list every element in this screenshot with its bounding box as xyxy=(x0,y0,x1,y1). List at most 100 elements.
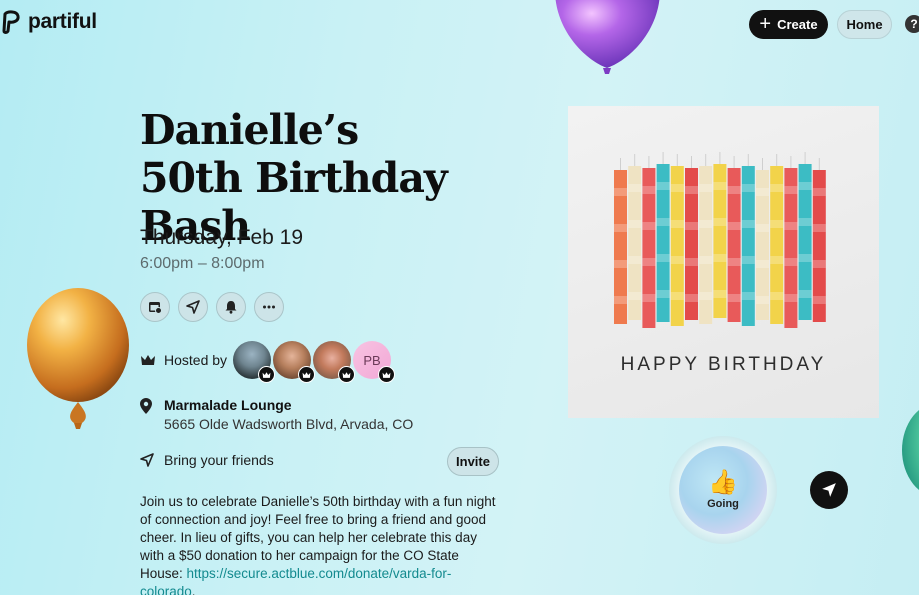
hosted-by: Hosted by PB xyxy=(140,340,396,383)
more-icon xyxy=(263,305,275,309)
candle-stripe xyxy=(614,260,627,268)
candle-stripe xyxy=(727,222,741,230)
avatar[interactable]: PB xyxy=(353,341,396,383)
candle-stripe xyxy=(642,222,656,230)
candle-stripe xyxy=(798,254,812,262)
candle-stripe xyxy=(713,218,727,226)
home-button[interactable]: Home xyxy=(837,10,892,39)
bell-icon xyxy=(225,301,237,314)
donation-link[interactable]: https://secure.actblue.com/donate/varda-… xyxy=(140,566,451,595)
candle-stripe xyxy=(685,186,698,194)
candle-stripe xyxy=(642,258,656,266)
event-actions xyxy=(140,292,284,322)
calendar-add-icon xyxy=(149,302,162,314)
host-crown-icon xyxy=(258,366,276,383)
event-date: Thursday, Feb 19 xyxy=(140,226,304,249)
logo-text: partiful xyxy=(28,10,97,33)
candle-stripe xyxy=(812,260,826,268)
notifications-button[interactable] xyxy=(216,292,246,322)
thumbs-up-icon: 👍 xyxy=(708,469,738,496)
host-crown-icon xyxy=(338,366,356,383)
candle-stripe xyxy=(770,292,784,300)
candle-stripe xyxy=(670,184,684,192)
hosted-by-label: Hosted by xyxy=(164,352,228,368)
logo[interactable]: partiful xyxy=(2,10,97,34)
candle-stripe xyxy=(614,188,627,196)
candle-stripe xyxy=(685,294,698,302)
candle-stripe xyxy=(756,224,769,232)
candle-stripe xyxy=(628,220,642,228)
candle-stripe xyxy=(741,220,755,228)
candle-stripe xyxy=(756,260,769,268)
more-button[interactable] xyxy=(254,292,284,322)
host-crown-icon xyxy=(298,366,316,383)
description-suffix: . xyxy=(191,584,196,595)
candle-stripe xyxy=(812,188,826,196)
candle-stripe xyxy=(685,222,698,230)
candle-stripe xyxy=(784,258,798,266)
candle-stripe xyxy=(713,182,727,190)
rsvp-inner: 👍 Going xyxy=(679,446,767,534)
partiful-logo-icon xyxy=(2,10,20,34)
candle-stripe xyxy=(798,290,812,298)
candle-stripe xyxy=(798,182,812,190)
create-button[interactable]: + Create xyxy=(749,10,828,39)
candle-stripe xyxy=(756,188,769,196)
candle-stripe xyxy=(685,258,698,266)
rsvp-going-button[interactable]: 👍 Going xyxy=(669,436,777,544)
create-button-label: Create xyxy=(777,17,818,32)
candle-stripe xyxy=(741,184,755,192)
plus-icon: + xyxy=(759,12,772,35)
candle-stripe xyxy=(628,256,642,264)
candle-stripe xyxy=(770,184,784,192)
add-to-calendar-button[interactable] xyxy=(140,292,170,322)
invite-button[interactable]: Invite xyxy=(447,447,499,476)
candle-stripe xyxy=(812,224,826,232)
send-icon xyxy=(822,483,836,497)
help-icon[interactable]: ? xyxy=(905,15,919,33)
candle-stripe xyxy=(642,294,656,302)
candle-stripe xyxy=(656,254,670,262)
bring-friends-label: Bring your friends xyxy=(164,452,274,468)
host-avatars: PB xyxy=(233,341,396,383)
card-caption: HAPPY BIRTHDAY xyxy=(620,354,827,375)
candle-stripe xyxy=(770,256,784,264)
candle-stripe xyxy=(812,296,826,304)
candle-stripe xyxy=(741,256,755,264)
share-event-button[interactable] xyxy=(810,471,848,509)
balloon-gold xyxy=(27,288,129,429)
share-button[interactable] xyxy=(178,292,208,322)
candle-stripe xyxy=(784,294,798,302)
candle-stripe xyxy=(727,258,741,266)
map-pin-icon xyxy=(140,398,152,414)
balloon-teal xyxy=(902,410,919,490)
candle-stripe xyxy=(713,254,727,262)
event-description: Join us to celebrate Danielle’s 50th bir… xyxy=(140,493,502,595)
location[interactable]: Marmalade Lounge 5665 Olde Wadsworth Blv… xyxy=(140,396,413,433)
balloon-purple xyxy=(555,0,660,74)
candle-stripe xyxy=(670,220,684,228)
candles xyxy=(614,152,826,328)
avatar[interactable] xyxy=(233,341,276,383)
candle-stripe xyxy=(614,296,627,304)
send-icon xyxy=(140,453,154,467)
bring-friends: Bring your friends xyxy=(140,452,274,468)
candle-stripe xyxy=(699,220,713,228)
crown-icon xyxy=(141,355,155,365)
avatar-initials: PB xyxy=(363,352,381,368)
candle-stripe xyxy=(670,292,684,300)
candle-stripe xyxy=(699,256,713,264)
location-address: 5665 Olde Wadsworth Blvd, Arvada, CO xyxy=(164,416,414,432)
avatar[interactable] xyxy=(313,341,356,383)
candle-stripe xyxy=(628,184,642,192)
event-image: HAPPY BIRTHDAY xyxy=(568,106,879,418)
host-crown-icon xyxy=(378,366,396,383)
candle-stripe xyxy=(741,292,755,300)
candle-stripe xyxy=(670,256,684,264)
candle-stripe xyxy=(770,220,784,228)
candle-stripe xyxy=(798,218,812,226)
rsvp-status-label: Going xyxy=(707,498,739,510)
candle-stripe xyxy=(784,222,798,230)
avatar[interactable] xyxy=(273,341,316,383)
candle-stripe xyxy=(628,292,642,300)
